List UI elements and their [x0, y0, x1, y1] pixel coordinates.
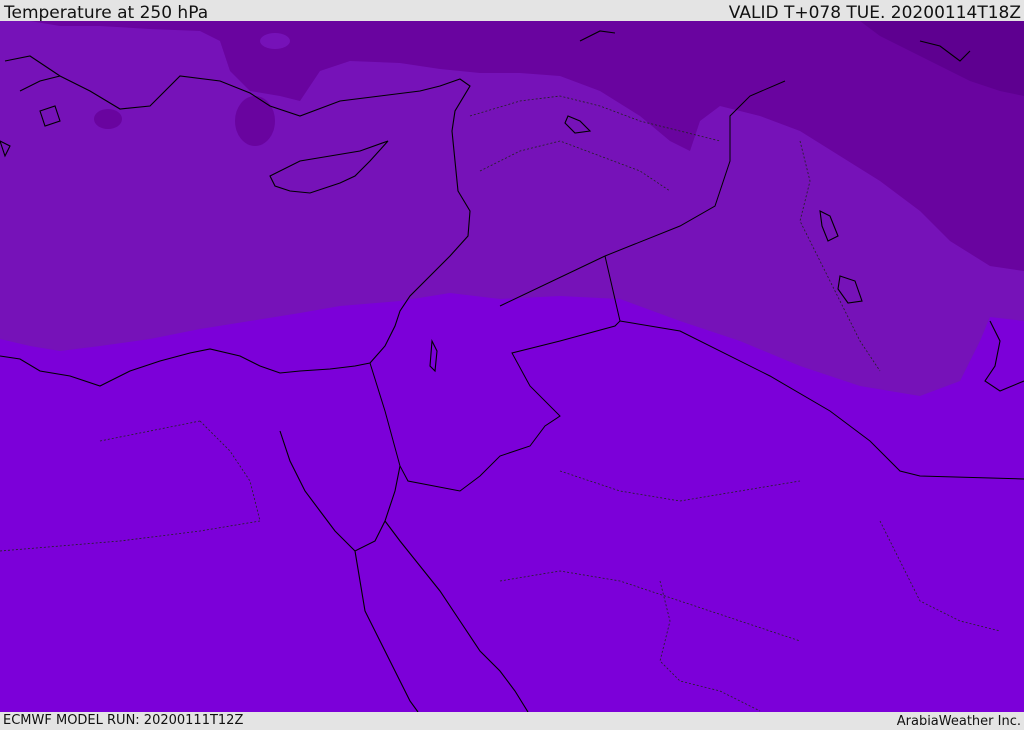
cold-patch — [260, 33, 290, 49]
map-title: Temperature at 250 hPa — [4, 3, 209, 23]
footer-bar: ECMWF MODEL RUN: 20200111T12Z ArabiaWeat… — [0, 712, 1024, 729]
valid-time: VALID T+078 TUE. 20200114T18Z — [728, 3, 1021, 23]
cool-patch — [94, 109, 122, 129]
header-bar: Temperature at 250 hPa VALID T+078 TUE. … — [0, 0, 1024, 23]
weather-map — [0, 21, 1024, 712]
cool-patch — [235, 96, 275, 146]
credit-text: ArabiaWeather Inc. — [896, 714, 1021, 729]
model-run: ECMWF MODEL RUN: 20200111T12Z — [3, 713, 244, 728]
